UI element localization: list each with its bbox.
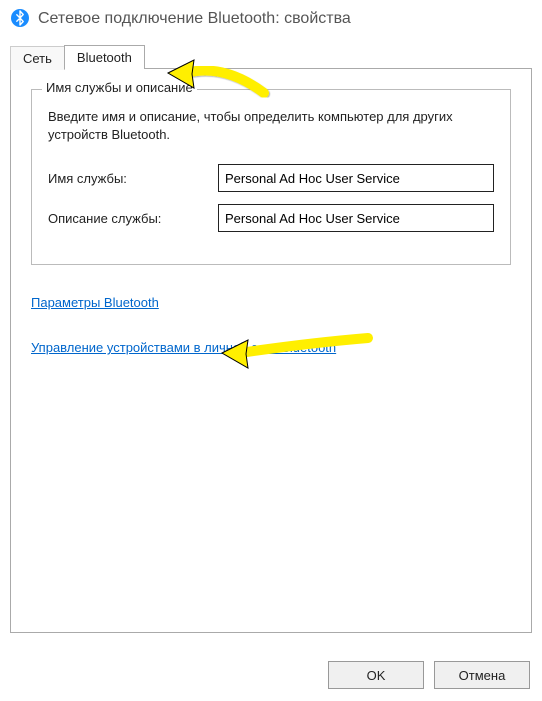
tab-content: Имя службы и описание Введите имя и опис… xyxy=(10,68,532,633)
group-description: Введите имя и описание, чтобы определить… xyxy=(48,108,494,144)
window-title: Сетевое подключение Bluetooth: свойства xyxy=(38,10,351,28)
name-row: Имя службы: xyxy=(48,164,494,192)
desc-row: Описание службы: xyxy=(48,204,494,232)
tab-network[interactable]: Сеть xyxy=(10,46,65,70)
tab-bluetooth[interactable]: Bluetooth xyxy=(64,45,145,69)
service-name-label: Имя службы: xyxy=(48,171,218,186)
tab-strip: Сеть Bluetooth xyxy=(10,44,532,68)
service-name-input[interactable] xyxy=(218,164,494,192)
service-groupbox: Имя службы и описание Введите имя и опис… xyxy=(31,89,511,265)
titlebar: Сетевое подключение Bluetooth: свойства xyxy=(0,0,542,38)
service-desc-label: Описание службы: xyxy=(48,211,218,226)
bluetooth-params-link[interactable]: Параметры Bluetooth xyxy=(31,295,159,310)
manage-devices-link[interactable]: Управление устройствами в личной сети Bl… xyxy=(31,340,336,355)
service-desc-input[interactable] xyxy=(218,204,494,232)
bluetooth-icon xyxy=(10,8,30,31)
ok-button[interactable]: OK xyxy=(328,661,424,689)
group-legend: Имя службы и описание xyxy=(42,80,197,95)
cancel-button[interactable]: Отмена xyxy=(434,661,530,689)
button-bar: OK Отмена xyxy=(328,661,530,689)
